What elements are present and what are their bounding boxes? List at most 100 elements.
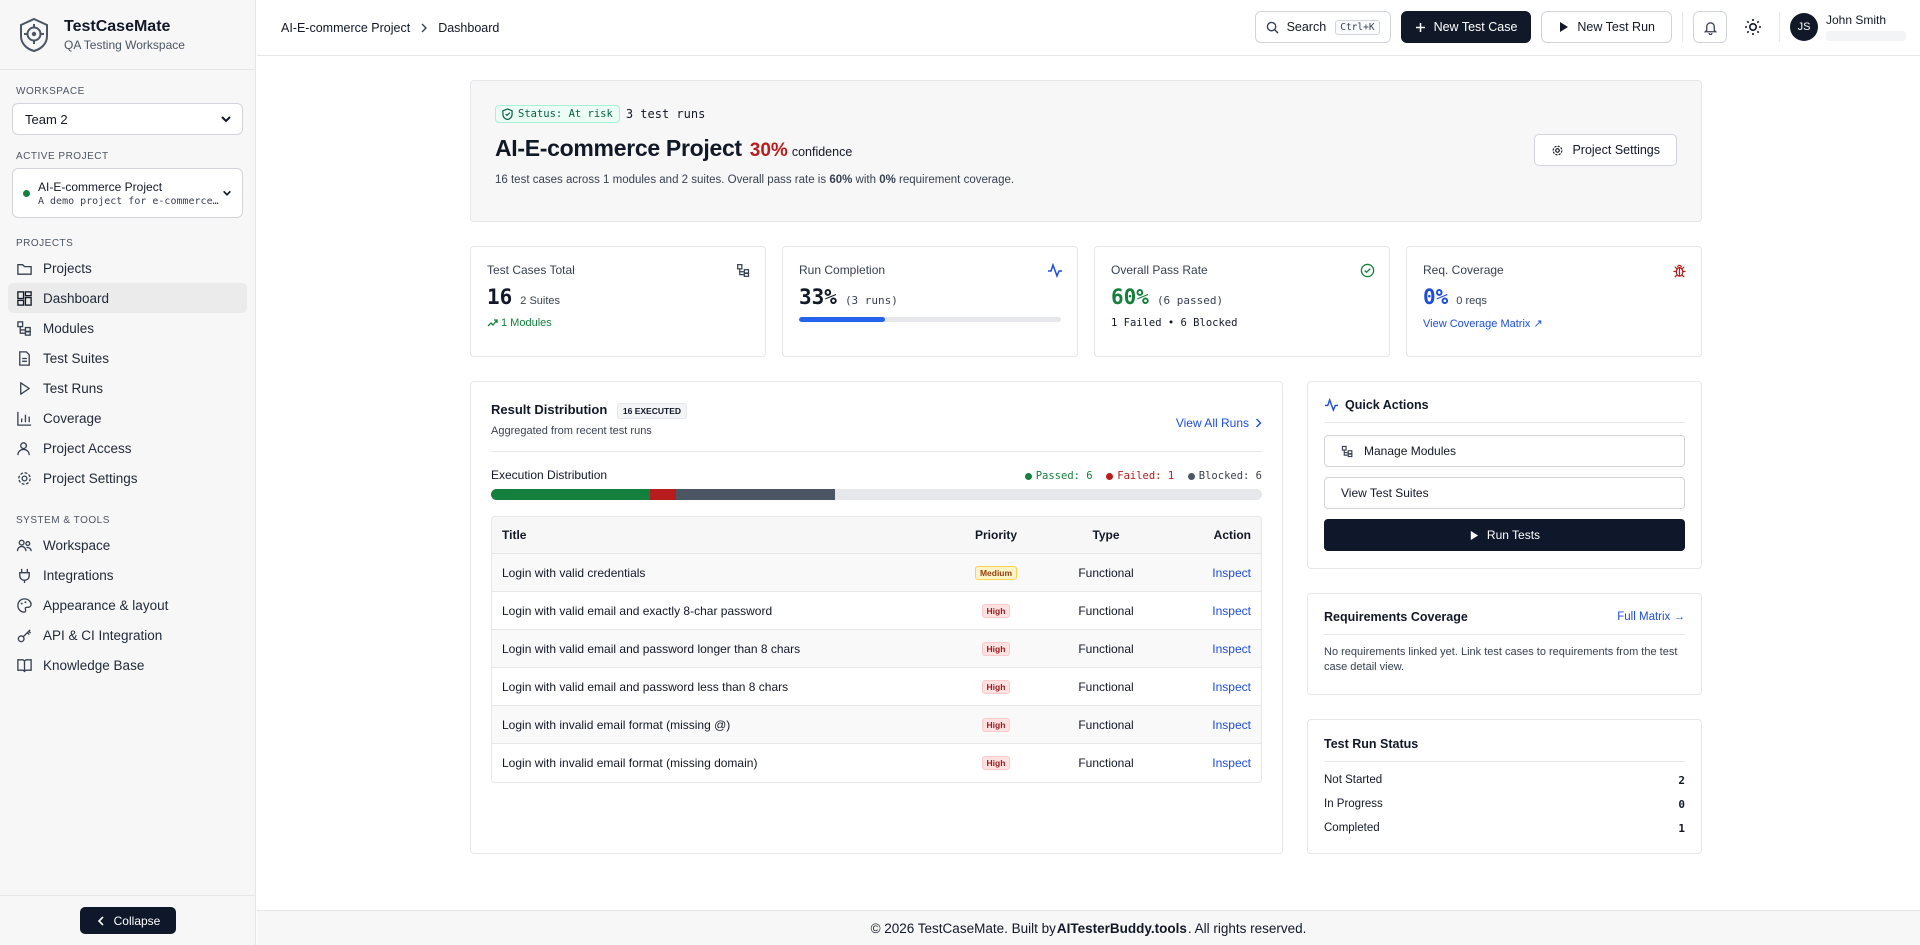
page-footer: © 2026 TestCaseMate. Built by AITesterBu… <box>257 910 1920 945</box>
breadcrumb-current: Dashboard <box>438 20 500 35</box>
search-label: Search <box>1286 20 1327 34</box>
chart-icon <box>17 411 32 426</box>
table-header-row: Title Priority Type Action <box>492 516 1261 555</box>
result-distribution-card: Result Distribution 16 EXECUTED Aggregat… <box>470 381 1283 854</box>
sidebar-item-label: API & CI Integration <box>43 627 163 643</box>
status-row-not-started: Not Started 2 <box>1324 768 1685 792</box>
team-icon <box>16 539 32 551</box>
full-matrix-link[interactable]: Full Matrix → <box>1617 611 1685 623</box>
project-status-dot <box>23 189 30 197</box>
sidebar-item-label: Workspace <box>43 537 111 553</box>
run-tests-label: Run Tests <box>1486 528 1541 542</box>
sidebar-item-label: Coverage <box>43 410 102 426</box>
cell-type: Functional <box>1051 591 1161 631</box>
bug-icon <box>1673 264 1686 278</box>
footer-text: © 2026 TestCaseMate. Built by <box>870 920 1056 936</box>
legend-label: Passed: 6 <box>1035 470 1093 483</box>
sidebar-item-project-access[interactable]: Project Access <box>8 433 247 463</box>
active-project-name: AI-E-commerce Project <box>38 179 163 194</box>
brand[interactable]: TestCaseMate QA Testing Workspace <box>0 0 255 70</box>
new-test-run-button[interactable]: New Test Run <box>1541 11 1672 43</box>
inspect-link[interactable]: Inspect <box>1212 604 1251 618</box>
collapse-button[interactable]: Collapse <box>80 907 176 934</box>
workspace-select-value: Team 2 <box>25 111 68 127</box>
stat-value: 0% <box>1423 285 1449 309</box>
stat-label: Run Completion <box>799 263 886 277</box>
users-icon <box>17 441 30 455</box>
sidebar-item-test-runs[interactable]: Test Runs <box>8 373 247 403</box>
inspect-link[interactable]: Inspect <box>1212 566 1251 580</box>
sidebar-item-label: Test Runs <box>43 380 104 396</box>
cell-title: Login with valid email and password less… <box>492 667 941 707</box>
search-button[interactable]: Search Ctrl+K <box>1254 11 1391 43</box>
brand-logo-icon <box>20 17 48 52</box>
view-test-suites-button[interactable]: View Test Suites <box>1324 477 1685 509</box>
cell-title: Login with valid email and exactly 8-cha… <box>492 591 941 631</box>
user-menu[interactable]: JS John Smith <box>1790 13 1906 41</box>
sidebar-item-integrations[interactable]: Integrations <box>8 560 247 590</box>
chevron-down-icon <box>223 190 231 196</box>
table-row: Login with valid email and password long… <box>492 629 1261 669</box>
new-test-case-button[interactable]: New Test Case <box>1400 11 1532 43</box>
inspect-link[interactable]: Inspect <box>1212 680 1251 694</box>
play-icon <box>1560 22 1569 32</box>
table-row: Login with valid email and exactly 8-cha… <box>492 591 1261 631</box>
view-all-runs-link[interactable]: View All Runs <box>1176 416 1262 430</box>
run-tests-button[interactable]: Run Tests <box>1324 519 1685 551</box>
sidebar-item-coverage[interactable]: Coverage <box>8 403 247 433</box>
sidebar-item-knowledge-base[interactable]: Knowledge Base <box>8 650 247 680</box>
shield-check-icon <box>502 108 513 120</box>
sidebar-item-test-suites[interactable]: Test Suites <box>8 343 247 373</box>
stat-card-req-coverage: Req. Coverage 0% 0 reqs View Coverage Ma… <box>1406 246 1702 357</box>
stat-sub: 2 Suites <box>520 295 561 307</box>
sidebar-item-projects[interactable]: Projects <box>8 253 247 283</box>
header-divider <box>1682 12 1683 42</box>
play-icon <box>20 381 30 395</box>
sidebar-item-label: Project Access <box>43 440 132 456</box>
sidebar-item-label: Dashboard <box>43 290 110 306</box>
priority-badge: High <box>981 680 1011 695</box>
view-coverage-matrix-link[interactable]: View Coverage Matrix ↗ <box>1423 317 1685 330</box>
inspect-link[interactable]: Inspect <box>1212 756 1251 770</box>
column-header-priority: Priority <box>941 516 1051 555</box>
footer-link[interactable]: AITesterBuddy.tools <box>1057 921 1187 936</box>
sidebar-item-api-ci[interactable]: API & CI Integration <box>8 620 247 650</box>
stat-foot: 1 Failed • 6 Blocked <box>1111 317 1238 329</box>
notifications-button[interactable] <box>1693 11 1727 43</box>
quick-actions-card: Quick Actions Manage Modules View Test S… <box>1307 381 1702 569</box>
check-circle-icon <box>1360 263 1375 278</box>
project-hero: Status: At risk 3 test runs AI-E-commerc… <box>470 80 1702 222</box>
sidebar-item-workspace[interactable]: Workspace <box>8 530 247 560</box>
inspect-link[interactable]: Inspect <box>1212 718 1251 732</box>
sidebar-item-modules[interactable]: Modules <box>8 313 247 343</box>
confidence-value: 30% <box>749 140 788 161</box>
manage-modules-button[interactable]: Manage Modules <box>1324 435 1685 467</box>
breadcrumb-project[interactable]: AI-E-commerce Project <box>281 21 410 35</box>
theme-toggle-button[interactable] <box>1737 11 1769 43</box>
activity-icon <box>1324 398 1339 412</box>
stat-foot-text: 1 Modules <box>501 317 552 329</box>
collapse-label: Collapse <box>113 913 161 928</box>
workspace-select[interactable]: Team 2 <box>12 103 243 135</box>
inspect-link[interactable]: Inspect <box>1212 642 1251 656</box>
user-email-redacted <box>1826 31 1906 41</box>
sidebar-item-label: Appearance & layout <box>43 597 169 613</box>
legend-dot <box>1187 472 1195 480</box>
active-project-selector[interactable]: AI-E-commerce Project A demo project for… <box>12 168 243 218</box>
modules-icon <box>1341 445 1353 457</box>
status-label: In Progress <box>1324 798 1383 810</box>
chevron-right-icon <box>1256 418 1262 428</box>
requirements-empty-text: No requirements linked yet. Link test ca… <box>1324 646 1678 674</box>
projects-section-label: PROJECTS <box>16 238 74 249</box>
new-test-run-label: New Test Run <box>1577 20 1655 34</box>
run-completion-progress <box>799 317 1061 322</box>
sidebar-item-appearance[interactable]: Appearance & layout <box>8 590 247 620</box>
project-settings-button[interactable]: Project Settings <box>1534 134 1677 166</box>
card-title: Result Distribution <box>491 402 608 417</box>
summary-pass-rate: 60% <box>829 174 853 186</box>
column-header-action: Action <box>1161 516 1261 555</box>
sidebar-item-dashboard[interactable]: Dashboard <box>8 283 247 313</box>
sidebar-item-project-settings[interactable]: Project Settings <box>8 463 247 493</box>
scrollbar[interactable] <box>1912 56 1920 910</box>
priority-badge: Medium <box>974 566 1018 581</box>
